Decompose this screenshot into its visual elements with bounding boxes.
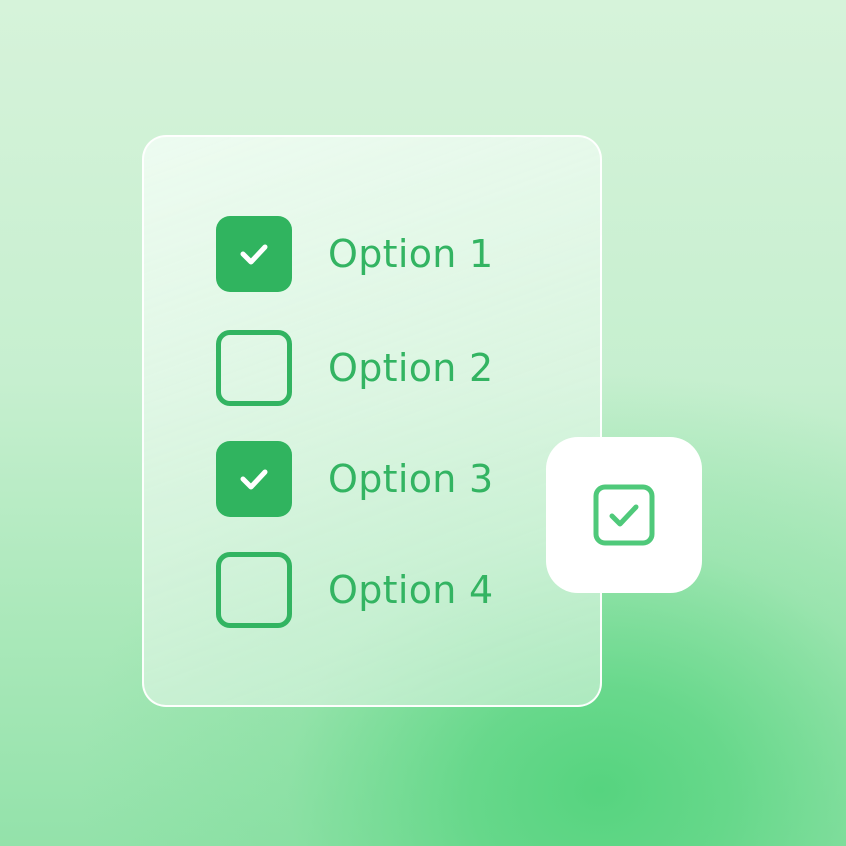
option-4[interactable]: Option 4 xyxy=(216,552,493,628)
checkbox-option-4[interactable] xyxy=(216,552,292,628)
option-label: Option 3 xyxy=(328,457,494,501)
checkbox-badge xyxy=(546,437,702,593)
option-label: Option 1 xyxy=(328,232,494,276)
checkmark-icon xyxy=(240,244,268,265)
option-2[interactable]: Option 2 xyxy=(216,330,493,406)
option-label: Option 2 xyxy=(328,346,494,390)
option-3[interactable]: Option 3 xyxy=(216,441,493,517)
checkbox-option-2[interactable] xyxy=(216,330,292,406)
checklist-card: Option 1 Option 2 Option 3 Option 4 xyxy=(142,135,602,707)
option-label: Option 4 xyxy=(328,568,494,612)
checkbox-checked-icon xyxy=(593,484,655,546)
option-1[interactable]: Option 1 xyxy=(216,216,493,292)
checkbox-option-3[interactable] xyxy=(216,441,292,517)
checkmark-icon xyxy=(240,469,268,490)
checkbox-option-1[interactable] xyxy=(216,216,292,292)
